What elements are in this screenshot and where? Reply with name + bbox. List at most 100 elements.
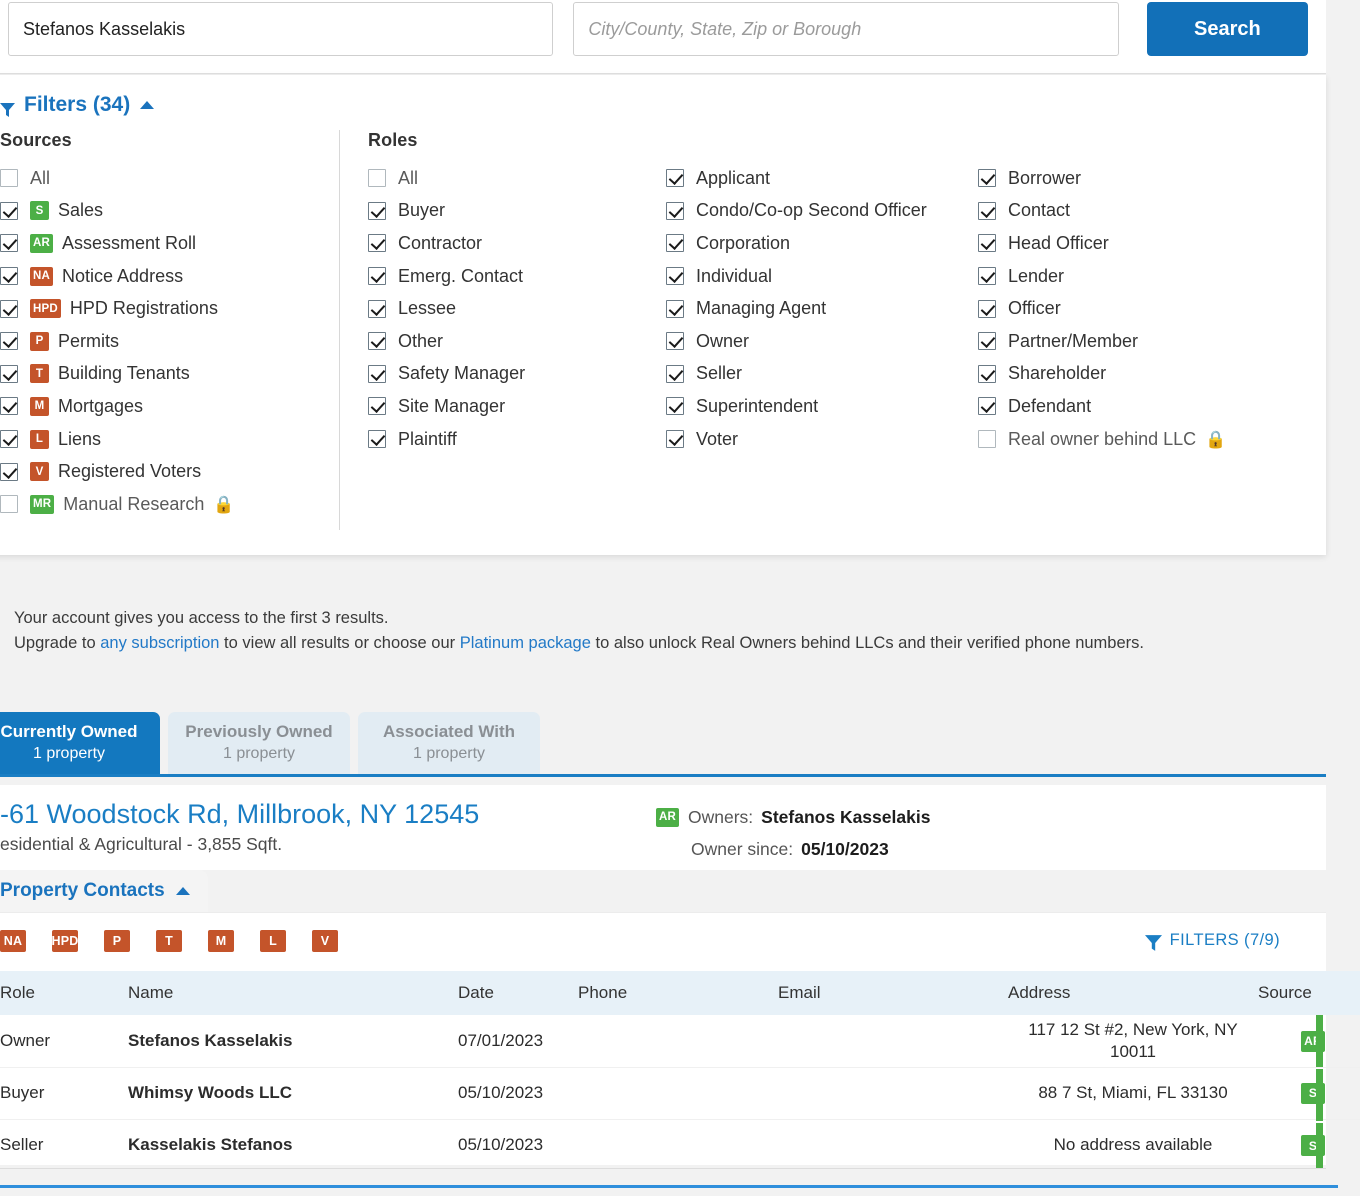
checkbox[interactable] bbox=[0, 234, 18, 252]
checkbox[interactable] bbox=[666, 267, 684, 285]
source-option-liens[interactable]: LLiens bbox=[0, 423, 339, 456]
role-option-superintendent[interactable]: Superintendent bbox=[666, 390, 970, 423]
role-option-partner-member[interactable]: Partner/Member bbox=[978, 325, 1290, 358]
checkbox[interactable] bbox=[0, 495, 18, 513]
checkbox[interactable] bbox=[666, 234, 684, 252]
source-option-mortgages[interactable]: MMortgages bbox=[0, 390, 339, 423]
source-option-manual-research[interactable]: MRManual Research🔒 bbox=[0, 488, 339, 521]
role-option-individual[interactable]: Individual bbox=[666, 260, 970, 293]
source-option-registered-voters[interactable]: VRegistered Voters bbox=[0, 455, 339, 488]
role-option-lessee[interactable]: Lessee bbox=[368, 292, 658, 325]
source-filter-badge-p[interactable]: P bbox=[104, 930, 130, 952]
contacts-filters-button[interactable]: FILTERS (7/9) bbox=[1145, 931, 1280, 950]
source-filter-badge-v[interactable]: V bbox=[312, 930, 338, 952]
checkbox[interactable] bbox=[0, 169, 18, 187]
source-option-hpd-registrations[interactable]: HPDHPD Registrations bbox=[0, 292, 339, 325]
property-contacts-toggle[interactable]: Property Contacts bbox=[0, 870, 208, 912]
source-filter-badge-hpd[interactable]: HPD bbox=[52, 930, 78, 952]
tab-associated-with[interactable]: Associated With1 property bbox=[358, 712, 540, 776]
location-search-input[interactable] bbox=[573, 2, 1118, 56]
role-option-site-manager[interactable]: Site Manager bbox=[368, 390, 658, 423]
checkbox[interactable] bbox=[666, 365, 684, 383]
checkbox[interactable] bbox=[368, 202, 386, 220]
checkbox[interactable] bbox=[0, 267, 18, 285]
source-option-building-tenants[interactable]: TBuilding Tenants bbox=[0, 358, 339, 391]
role-option-officer[interactable]: Officer bbox=[978, 292, 1290, 325]
cell-role: Owner bbox=[0, 1015, 128, 1067]
checkbox[interactable] bbox=[978, 169, 996, 187]
role-option-lender[interactable]: Lender bbox=[978, 260, 1290, 293]
any-subscription-link[interactable]: any subscription bbox=[100, 634, 219, 652]
checkbox[interactable] bbox=[666, 397, 684, 415]
role-option-corporation[interactable]: Corporation bbox=[666, 227, 970, 260]
checkbox[interactable] bbox=[978, 430, 996, 448]
checkbox[interactable] bbox=[978, 234, 996, 252]
role-option-applicant[interactable]: Applicant bbox=[666, 162, 970, 195]
checkbox[interactable] bbox=[978, 300, 996, 318]
checkbox[interactable] bbox=[0, 463, 18, 481]
role-option-head-officer[interactable]: Head Officer bbox=[978, 227, 1290, 260]
role-option-seller[interactable]: Seller bbox=[666, 358, 970, 391]
property-address[interactable]: -61 Woodstock Rd, Millbrook, NY 12545 bbox=[0, 799, 479, 830]
checkbox[interactable] bbox=[0, 365, 18, 383]
checkbox[interactable] bbox=[368, 234, 386, 252]
role-option-other[interactable]: Other bbox=[368, 325, 658, 358]
checkbox[interactable] bbox=[978, 397, 996, 415]
checkbox[interactable] bbox=[368, 365, 386, 383]
role-option-contractor[interactable]: Contractor bbox=[368, 227, 658, 260]
checkbox[interactable] bbox=[978, 332, 996, 350]
table-row[interactable]: BuyerWhimsy Woods LLC05/10/202388 7 St, … bbox=[0, 1067, 1360, 1119]
checkbox[interactable] bbox=[368, 332, 386, 350]
role-option-buyer[interactable]: Buyer bbox=[368, 195, 658, 228]
checkbox[interactable] bbox=[0, 332, 18, 350]
checkbox[interactable] bbox=[666, 300, 684, 318]
role-option-voter[interactable]: Voter bbox=[666, 423, 970, 456]
source-option-notice-address[interactable]: NANotice Address bbox=[0, 260, 339, 293]
checkbox[interactable] bbox=[368, 300, 386, 318]
checkbox[interactable] bbox=[0, 300, 18, 318]
source-option-assessment-roll[interactable]: ARAssessment Roll bbox=[0, 227, 339, 260]
role-option-owner[interactable]: Owner bbox=[666, 325, 970, 358]
role-option-condo-co-op-second-officer[interactable]: Condo/Co-op Second Officer bbox=[666, 195, 970, 228]
role-option-plaintiff[interactable]: Plaintiff bbox=[368, 423, 658, 456]
source-option-sales[interactable]: SSales bbox=[0, 195, 339, 228]
tab-previously-owned[interactable]: Previously Owned1 property bbox=[168, 712, 350, 776]
checkbox[interactable] bbox=[666, 202, 684, 220]
source-option-permits[interactable]: PPermits bbox=[0, 325, 339, 358]
role-option-shareholder[interactable]: Shareholder bbox=[978, 358, 1290, 391]
checkbox[interactable] bbox=[666, 169, 684, 187]
name-search-input[interactable] bbox=[8, 2, 553, 56]
tab-currently-owned[interactable]: Currently Owned1 property bbox=[0, 712, 160, 776]
checkbox[interactable] bbox=[368, 430, 386, 448]
source-option-all[interactable]: All bbox=[0, 162, 339, 195]
role-option-safety-manager[interactable]: Safety Manager bbox=[368, 358, 658, 391]
checkbox[interactable] bbox=[0, 430, 18, 448]
role-option-all[interactable]: All bbox=[368, 162, 658, 195]
role-option-managing-agent[interactable]: Managing Agent bbox=[666, 292, 970, 325]
source-filter-badge-t[interactable]: T bbox=[156, 930, 182, 952]
role-option-borrower[interactable]: Borrower bbox=[978, 162, 1290, 195]
role-option-contact[interactable]: Contact bbox=[978, 195, 1290, 228]
checkbox[interactable] bbox=[368, 397, 386, 415]
checkbox[interactable] bbox=[368, 169, 386, 187]
source-filter-badge-m[interactable]: M bbox=[208, 930, 234, 952]
platinum-package-link[interactable]: Platinum package bbox=[460, 634, 591, 652]
table-row[interactable]: OwnerStefanos Kasselakis07/01/2023117 12… bbox=[0, 1015, 1360, 1067]
checkbox[interactable] bbox=[978, 267, 996, 285]
source-filter-badge-na[interactable]: NA bbox=[0, 930, 26, 952]
source-filter-badge-l[interactable]: L bbox=[260, 930, 286, 952]
filters-toggle[interactable]: Filters (34) bbox=[0, 93, 154, 117]
table-row[interactable]: SellerKasselakis Stefanos05/10/2023No ad… bbox=[0, 1119, 1360, 1171]
checkbox[interactable] bbox=[666, 332, 684, 350]
role-option-defendant[interactable]: Defendant bbox=[978, 390, 1290, 423]
checkbox[interactable] bbox=[0, 202, 18, 220]
checkbox[interactable] bbox=[978, 202, 996, 220]
checkbox[interactable] bbox=[666, 430, 684, 448]
checkbox[interactable] bbox=[0, 397, 18, 415]
role-option-real-owner-behind-llc[interactable]: Real owner behind LLC🔒 bbox=[978, 423, 1290, 456]
role-option-emerg-contact[interactable]: Emerg. Contact bbox=[368, 260, 658, 293]
search-button[interactable]: Search bbox=[1147, 2, 1308, 56]
checkbox[interactable] bbox=[368, 267, 386, 285]
option-label: Sales bbox=[58, 200, 103, 221]
checkbox[interactable] bbox=[978, 365, 996, 383]
